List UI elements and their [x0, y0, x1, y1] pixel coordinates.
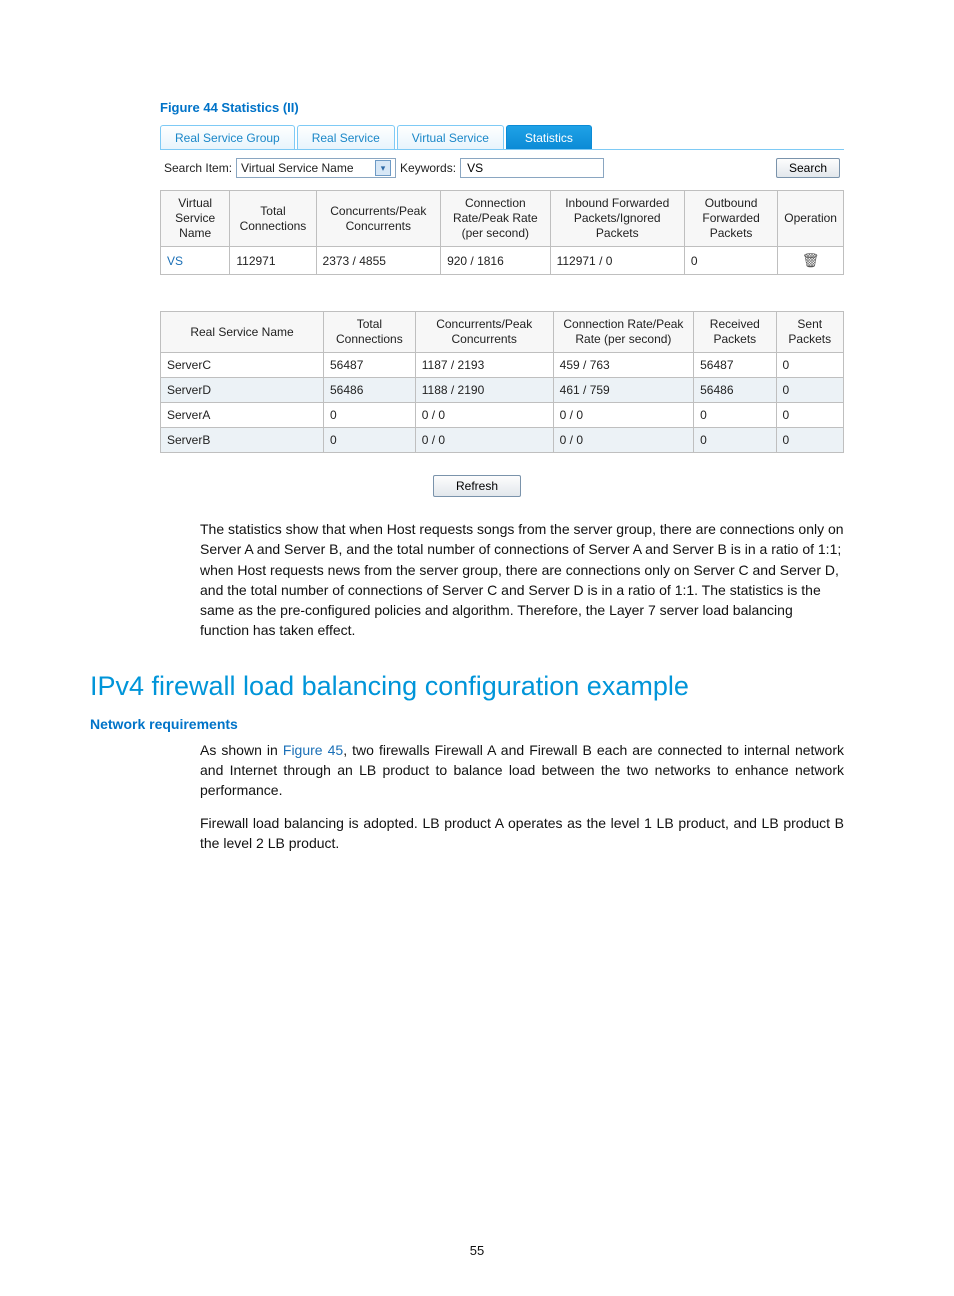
- col-concurrents: Concurrents/Peak Concurrents: [415, 312, 553, 353]
- cell-rate: 461 / 759: [553, 378, 693, 403]
- cell-total: 56486: [324, 378, 416, 403]
- col-concurrents: Concurrents/Peak Concurrents: [316, 191, 441, 247]
- refresh-button[interactable]: Refresh: [433, 475, 521, 497]
- paragraph: As shown in Figure 45, two firewalls Fir…: [200, 740, 844, 801]
- para2-pre: As shown in: [200, 742, 283, 758]
- col-operation: Operation: [778, 191, 844, 247]
- vs-name-link[interactable]: VS: [167, 254, 183, 268]
- cell-concur: 0 / 0: [415, 428, 553, 453]
- cell-name: ServerC: [161, 353, 324, 378]
- cell-concur: 0 / 0: [415, 403, 553, 428]
- col-vs-name: Virtual Service Name: [161, 191, 230, 247]
- col-rs-name: Real Service Name: [161, 312, 324, 353]
- keywords-input[interactable]: [465, 159, 599, 177]
- body-text-block-2: As shown in Figure 45, two firewalls Fir…: [200, 740, 844, 853]
- trash-icon[interactable]: 🗑: [802, 252, 820, 269]
- cell-name: ServerB: [161, 428, 324, 453]
- tab-real-service[interactable]: Real Service: [297, 125, 395, 149]
- table-row: ServerA 0 0 / 0 0 / 0 0 0: [161, 403, 844, 428]
- cell-outbound: 0: [684, 247, 777, 275]
- keywords-input-wrapper[interactable]: [460, 158, 604, 178]
- paragraph: The statistics show that when Host reque…: [200, 519, 844, 641]
- search-item-select[interactable]: Virtual Service Name ▾: [236, 158, 396, 178]
- virtual-service-table: Virtual Service Name Total Connections C…: [160, 190, 844, 275]
- col-received: Received Packets: [694, 312, 776, 353]
- cell-concur: 1187 / 2193: [415, 353, 553, 378]
- cell-sent: 0: [776, 403, 844, 428]
- col-total-conn: Total Connections: [324, 312, 416, 353]
- figure-link[interactable]: Figure 45: [283, 742, 343, 758]
- col-total-conn: Total Connections: [230, 191, 316, 247]
- cell-recv: 0: [694, 403, 776, 428]
- table-header-row: Real Service Name Total Connections Conc…: [161, 312, 844, 353]
- body-text-block-1: The statistics show that when Host reque…: [200, 519, 844, 641]
- search-button[interactable]: Search: [776, 158, 840, 178]
- cell-sent: 0: [776, 353, 844, 378]
- keywords-label: Keywords:: [400, 161, 456, 175]
- cell-sent: 0: [776, 428, 844, 453]
- cell-recv: 56487: [694, 353, 776, 378]
- cell-concur: 2373 / 4855: [316, 247, 441, 275]
- cell-recv: 56486: [694, 378, 776, 403]
- table-row: VS 112971 2373 / 4855 920 / 1816 112971 …: [161, 247, 844, 275]
- cell-name: ServerA: [161, 403, 324, 428]
- col-sent: Sent Packets: [776, 312, 844, 353]
- col-inbound: Inbound Forwarded Packets/Ignored Packet…: [550, 191, 684, 247]
- col-conn-rate: Connection Rate/Peak Rate (per second): [553, 312, 693, 353]
- subsection-heading: Network requirements: [90, 716, 864, 732]
- cell-rate: 0 / 0: [553, 428, 693, 453]
- cell-sent: 0: [776, 378, 844, 403]
- refresh-wrap: Refresh: [90, 475, 864, 497]
- cell-total: 56487: [324, 353, 416, 378]
- real-service-panel: Real Service Name Total Connections Conc…: [160, 311, 844, 453]
- cell-rate: 920 / 1816: [441, 247, 551, 275]
- table-header-row: Virtual Service Name Total Connections C…: [161, 191, 844, 247]
- cell-total: 0: [324, 428, 416, 453]
- tab-statistics[interactable]: Statistics: [506, 125, 592, 149]
- table-row: ServerC 56487 1187 / 2193 459 / 763 5648…: [161, 353, 844, 378]
- cell-rate: 459 / 763: [553, 353, 693, 378]
- figure-caption: Figure 44 Statistics (II): [160, 100, 864, 115]
- cell-name: ServerD: [161, 378, 324, 403]
- col-outbound: Outbound Forwarded Packets: [684, 191, 777, 247]
- table-row: ServerB 0 0 / 0 0 / 0 0 0: [161, 428, 844, 453]
- section-heading: IPv4 firewall load balancing configurati…: [90, 671, 864, 702]
- page-number: 55: [0, 1243, 954, 1258]
- tab-virtual-service[interactable]: Virtual Service: [397, 125, 504, 149]
- table-row: ServerD 56486 1188 / 2190 461 / 759 5648…: [161, 378, 844, 403]
- cell-inbound: 112971 / 0: [550, 247, 684, 275]
- paragraph: Firewall load balancing is adopted. LB p…: [200, 813, 844, 854]
- cell-recv: 0: [694, 428, 776, 453]
- real-service-table: Real Service Name Total Connections Conc…: [160, 311, 844, 453]
- tab-real-service-group[interactable]: Real Service Group: [160, 125, 295, 149]
- statistics-panel: Real Service Group Real Service Virtual …: [160, 125, 844, 275]
- col-conn-rate: Connection Rate/Peak Rate (per second): [441, 191, 551, 247]
- chevron-down-icon: ▾: [375, 160, 391, 176]
- cell-concur: 1188 / 2190: [415, 378, 553, 403]
- search-item-select-value: Virtual Service Name: [241, 161, 354, 175]
- cell-total: 112971: [230, 247, 316, 275]
- cell-rate: 0 / 0: [553, 403, 693, 428]
- cell-total: 0: [324, 403, 416, 428]
- search-item-label: Search Item:: [164, 161, 232, 175]
- search-row: Search Item: Virtual Service Name ▾ Keyw…: [160, 150, 844, 190]
- tabs-bar: Real Service Group Real Service Virtual …: [160, 125, 844, 150]
